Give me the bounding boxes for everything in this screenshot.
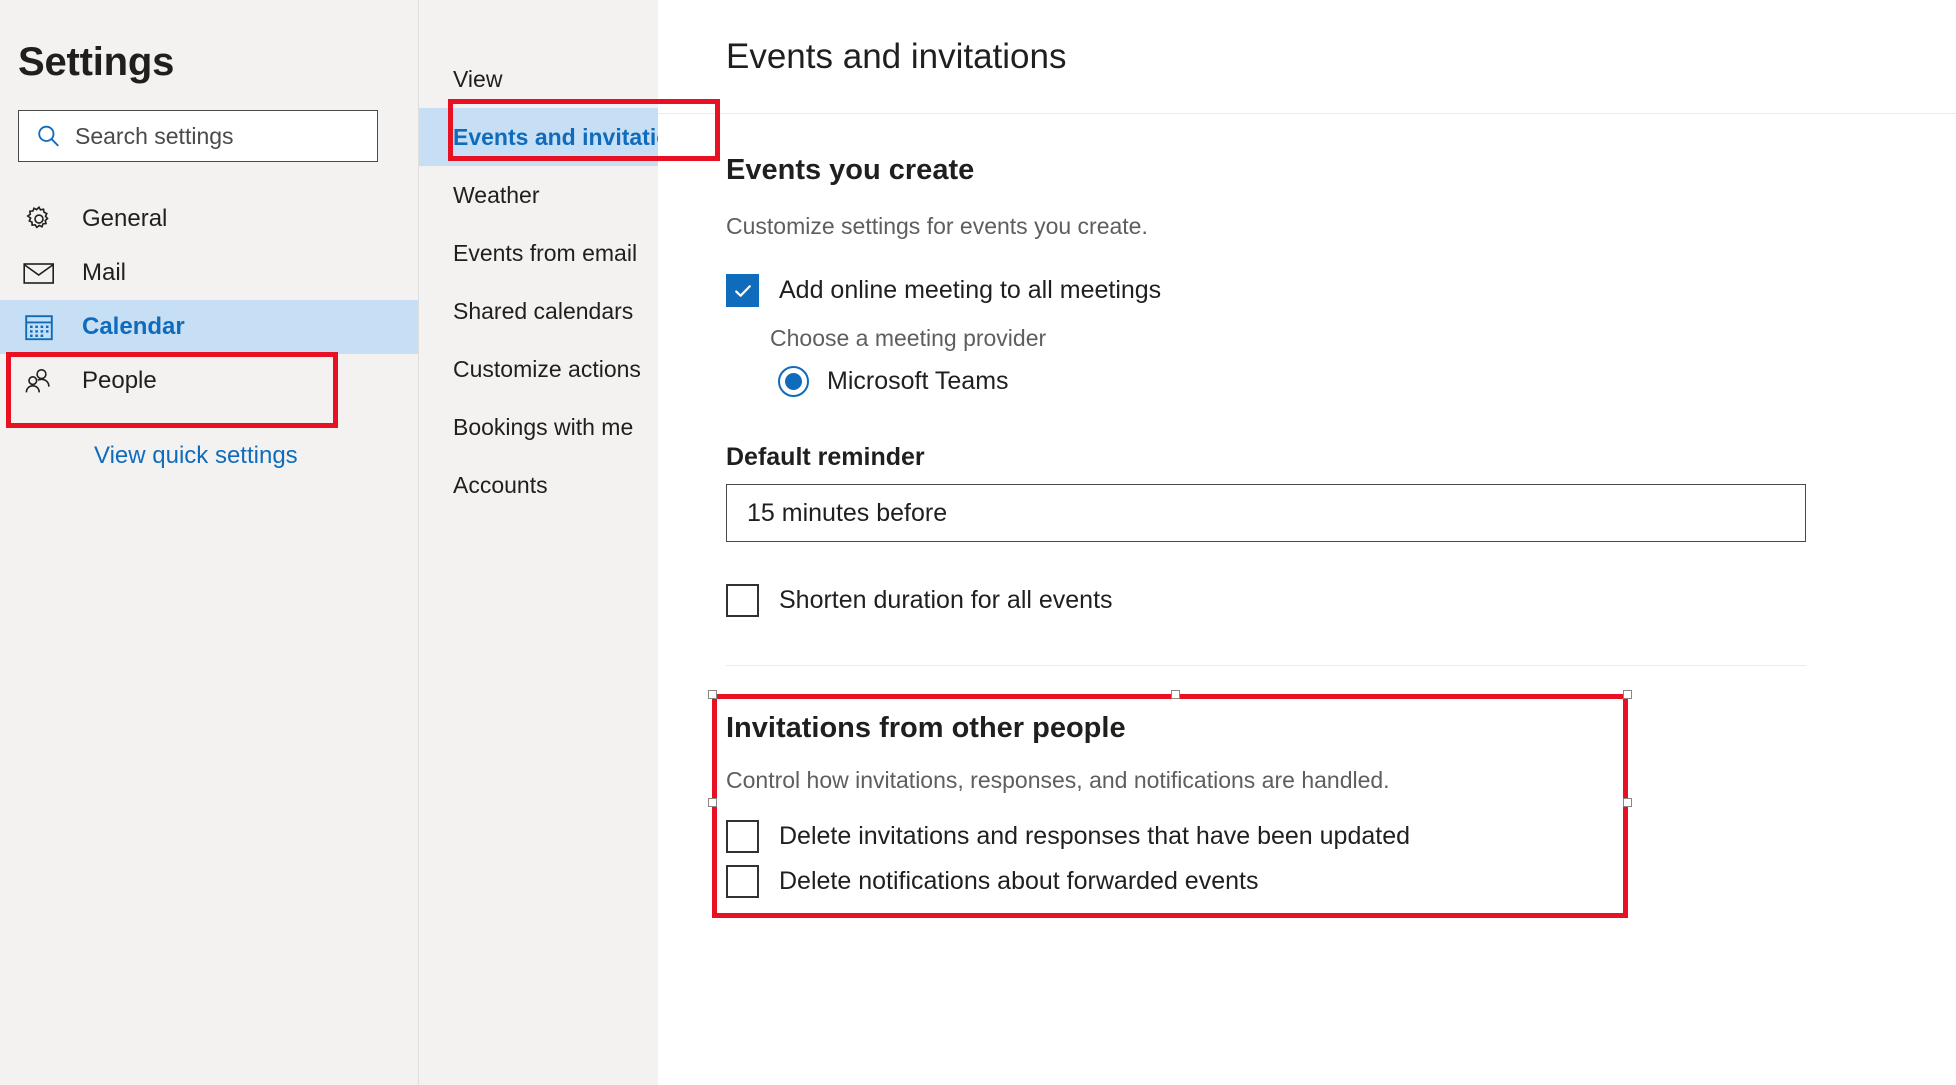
sidebar-item-label: People: [82, 367, 157, 394]
sidebar-item-people[interactable]: People: [0, 354, 418, 408]
sidebar-nav-list: General Mail Calendar People: [0, 192, 418, 408]
meeting-provider-teams-row[interactable]: Microsoft Teams: [778, 366, 1956, 397]
add-online-meeting-label: Add online meeting to all meetings: [779, 276, 1162, 304]
gear-icon: [22, 204, 56, 234]
add-online-meeting-row[interactable]: Add online meeting to all meetings: [726, 274, 1956, 307]
section-heading: Invitations from other people: [726, 712, 1126, 744]
default-reminder-label: Default reminder: [726, 443, 925, 471]
subnav-item-weather[interactable]: Weather: [419, 166, 658, 224]
content-title: Events and invitations: [726, 36, 1067, 76]
search-input[interactable]: [75, 122, 345, 150]
settings-sidebar: Settings General: [0, 0, 418, 1085]
people-icon: [22, 367, 56, 395]
delete-forwarded-notifications-label: Delete notifications about forwarded eve…: [779, 867, 1259, 895]
subnav-item-accounts[interactable]: Accounts: [419, 456, 658, 514]
delete-forwarded-notifications-row[interactable]: Delete notifications about forwarded eve…: [726, 865, 1642, 898]
settings-window: Settings General: [0, 0, 1956, 1085]
radio-microsoft-teams-label: Microsoft Teams: [827, 367, 1009, 395]
section-invitations-from-other-people: Invitations from other people Control ho…: [708, 690, 1642, 924]
subnav-item-events-from-email[interactable]: Events from email: [419, 224, 658, 282]
section-events-you-create: Events you create Customize settings for…: [726, 154, 1956, 617]
delete-updated-invitations-label: Delete invitations and responses that ha…: [779, 822, 1411, 850]
section-description: Customize settings for events you create…: [726, 213, 1148, 239]
radio-dot: [785, 373, 802, 390]
default-reminder-value: 15 minutes before: [747, 498, 948, 527]
selection-handle-top-center[interactable]: [1171, 690, 1180, 699]
sidebar-item-calendar[interactable]: Calendar: [0, 300, 418, 354]
shorten-duration-label: Shorten duration for all events: [779, 586, 1113, 614]
section-heading: Events you create: [726, 154, 975, 186]
calendar-icon: [22, 312, 56, 342]
subnav-item-view[interactable]: View: [419, 50, 658, 108]
delete-forwarded-notifications-checkbox[interactable]: [726, 865, 759, 898]
page-title: Settings: [18, 40, 175, 84]
sidebar-item-mail[interactable]: Mail: [0, 246, 418, 300]
calendar-subnav: View Events and invitations Weather Even…: [418, 0, 742, 1085]
content-header: Events and invitations: [658, 0, 1956, 114]
subnav-item-customize-actions[interactable]: Customize actions: [419, 340, 658, 398]
default-reminder-select[interactable]: 15 minutes before: [726, 484, 1806, 542]
sidebar-item-label: General: [82, 205, 168, 232]
selection-handle-top-right[interactable]: [1623, 690, 1632, 699]
selection-handle-middle-left[interactable]: [708, 798, 717, 807]
selection-handle-middle-right[interactable]: [1623, 798, 1632, 807]
shorten-duration-checkbox[interactable]: [726, 584, 759, 617]
sidebar-item-label: Calendar: [82, 313, 185, 340]
radio-microsoft-teams[interactable]: [778, 366, 809, 397]
settings-content-panel: Events and invitations Events you create…: [658, 0, 1956, 1085]
add-online-meeting-checkbox[interactable]: [726, 274, 759, 307]
content-body: Events you create Customize settings for…: [658, 114, 1956, 924]
delete-updated-invitations-row[interactable]: Delete invitations and responses that ha…: [726, 820, 1642, 853]
sidebar-item-label: Mail: [82, 259, 127, 286]
view-quick-settings-link[interactable]: View quick settings: [0, 442, 418, 470]
search-settings-box[interactable]: [18, 110, 378, 162]
section-divider: [726, 665, 1806, 666]
selection-handle-top-left[interactable]: [708, 690, 717, 699]
subnav-item-shared-calendars[interactable]: Shared calendars: [419, 282, 658, 340]
section-description: Control how invitations, responses, and …: [726, 767, 1390, 793]
subnav-item-bookings-with-me[interactable]: Bookings with me: [419, 398, 658, 456]
shorten-duration-row[interactable]: Shorten duration for all events: [726, 584, 1956, 617]
envelope-icon: [22, 260, 56, 286]
delete-updated-invitations-checkbox[interactable]: [726, 820, 759, 853]
choose-meeting-provider-label: Choose a meeting provider: [770, 325, 1047, 351]
search-icon: [35, 123, 61, 149]
sidebar-item-general[interactable]: General: [0, 192, 418, 246]
